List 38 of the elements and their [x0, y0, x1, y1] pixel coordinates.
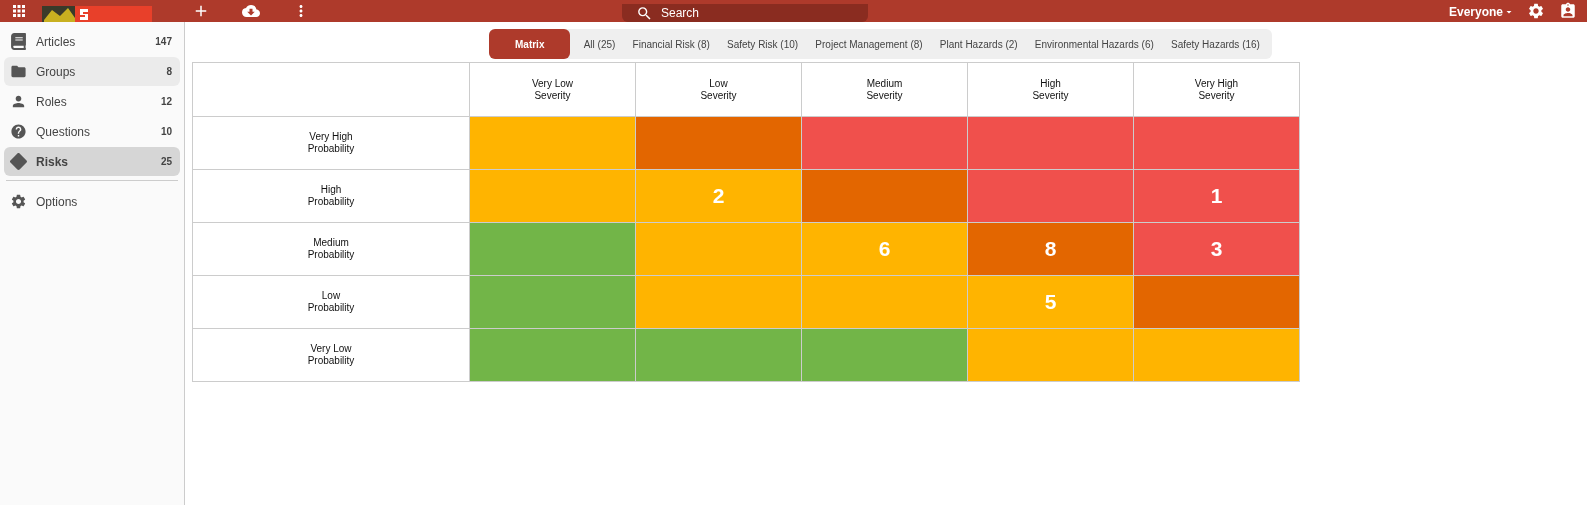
tab[interactable]: Plant Hazards (2) [935, 29, 1022, 59]
row-header: Very Low Probability [193, 329, 470, 382]
tab[interactable]: All (25) [579, 29, 620, 59]
sidebar-item[interactable]: Risks 25 [4, 147, 180, 176]
search-icon [636, 4, 653, 22]
tab[interactable]: Financial Risk (8) [628, 29, 714, 59]
question-icon [10, 123, 27, 140]
column-header: High Severity [968, 63, 1134, 117]
row-header: High Probability [193, 170, 470, 223]
column-header: Medium Severity [802, 63, 968, 117]
sidebar-item[interactable]: Groups 8 [4, 57, 180, 86]
row-header: Low Probability [193, 276, 470, 329]
sidebar-item[interactable]: Roles 12 [4, 87, 180, 116]
tab[interactable]: Project Management (8) [811, 29, 927, 59]
search-field[interactable]: Search [622, 4, 868, 22]
sidebar-item[interactable]: Questions 10 [4, 117, 180, 146]
row-header: Very High Probability [193, 117, 470, 170]
row-header: Medium Probability [193, 223, 470, 276]
column-header: Very High Severity [1134, 63, 1300, 117]
folder-icon [10, 63, 27, 80]
profile-icon[interactable] [1559, 2, 1577, 20]
matrix-cell[interactable]: 1 [1134, 170, 1300, 223]
tab[interactable]: Safety Hazards (16) [1167, 29, 1264, 59]
notebook-icon [10, 33, 27, 50]
apps-icon[interactable] [10, 2, 28, 20]
cloud-download-icon[interactable] [242, 2, 260, 20]
tab[interactable]: Environmental Hazards (6) [1030, 29, 1158, 59]
sidebar-item[interactable]: Articles 147 [4, 27, 180, 56]
person-icon [10, 93, 27, 110]
tab[interactable]: Matrix [489, 29, 571, 59]
tab[interactable]: Safety Risk (10) [723, 29, 803, 59]
column-header: Low Severity [636, 63, 802, 117]
sidebar-item[interactable]: Options [4, 187, 180, 216]
settings-icon[interactable] [1527, 2, 1545, 20]
matrix-cell[interactable]: 3 [1134, 223, 1300, 276]
audience-dropdown[interactable]: Everyone [1448, 5, 1515, 19]
column-header: Very Low Severity [470, 63, 636, 117]
settings-icon [10, 193, 27, 210]
